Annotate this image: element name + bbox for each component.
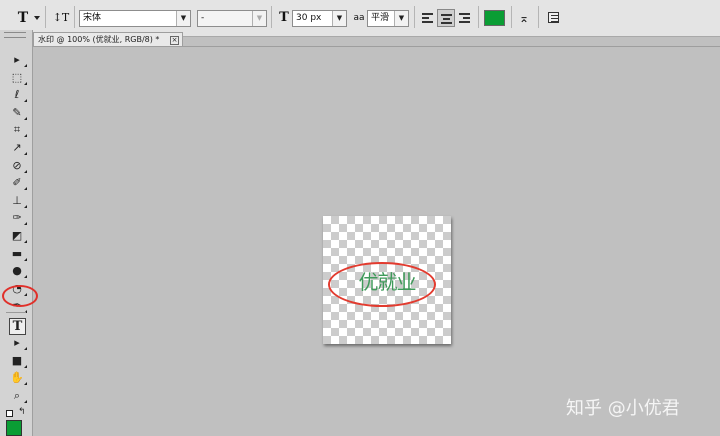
- chevron-down-icon[interactable]: ▼: [332, 11, 346, 26]
- separator: [511, 6, 512, 28]
- align-right-icon[interactable]: [457, 9, 473, 27]
- history-brush-tool-icon[interactable]: ✑: [7, 210, 27, 226]
- font-family-value: 宋体: [83, 13, 102, 23]
- separator: [6, 312, 26, 313]
- healing-brush-tool-icon[interactable]: ⊘: [7, 158, 27, 174]
- quick-selection-tool-icon[interactable]: ✎: [7, 105, 27, 121]
- tools-panel: ▸ ⬚ ℓ ✎ ⌗ ↗ ⊘ ✐ ⊥ ✑ ◩ ▬ ● ◔ ✒ T ▸ ■ ✋ ⌕ ↰: [0, 30, 33, 436]
- close-icon[interactable]: ×: [170, 36, 179, 45]
- document-tab[interactable]: 水印 @ 100% (优就业, RGB/8) * ×: [33, 32, 183, 46]
- foreground-color-swatch[interactable]: [6, 420, 22, 436]
- antialias-value: 平滑: [371, 13, 390, 23]
- text-orientation-icon[interactable]: ↕T: [52, 9, 70, 27]
- document-title: 水印 @ 100% (优就业, RGB/8) *: [38, 35, 160, 44]
- antialias-icon: aa: [353, 13, 365, 23]
- font-family-select[interactable]: 宋体 ▼: [79, 10, 191, 27]
- font-size-icon: T: [279, 10, 289, 25]
- move-tool-icon[interactable]: ▸: [7, 52, 27, 68]
- separator: [74, 6, 75, 28]
- swap-colors-icon[interactable]: ↰: [18, 407, 26, 417]
- separator: [45, 6, 46, 28]
- marquee-tool-icon[interactable]: ⬚: [7, 70, 27, 86]
- font-size-value: 30 px: [296, 13, 322, 23]
- eraser-tool-icon[interactable]: ◩: [7, 228, 27, 244]
- brush-tool-icon[interactable]: ✐: [7, 175, 27, 191]
- chevron-down-icon[interactable]: ▼: [252, 11, 266, 26]
- default-colors-icon[interactable]: [6, 410, 13, 417]
- separator: [538, 6, 539, 28]
- chevron-down-icon[interactable]: ▼: [176, 11, 190, 26]
- gradient-tool-icon[interactable]: ▬: [7, 246, 27, 262]
- font-size-select[interactable]: 30 px ▼: [292, 10, 347, 27]
- tool-preset-dropdown-arrow-icon[interactable]: [34, 16, 40, 20]
- font-style-value: -: [201, 13, 205, 23]
- watermark-highlight-circle: [328, 262, 436, 307]
- warp-text-icon[interactable]: ⌅: [515, 9, 533, 27]
- align-left-icon[interactable]: [420, 9, 436, 27]
- panel-grip[interactable]: [4, 32, 26, 38]
- align-center-icon[interactable]: [437, 9, 455, 27]
- text-color-swatch[interactable]: [484, 10, 505, 26]
- blur-tool-icon[interactable]: ●: [7, 263, 27, 279]
- separator: [271, 6, 272, 28]
- character-panel-icon[interactable]: [548, 12, 559, 23]
- clone-stamp-tool-icon[interactable]: ⊥: [7, 193, 27, 209]
- font-style-select[interactable]: - ▼: [197, 10, 267, 27]
- zoom-tool-icon[interactable]: ⌕: [7, 388, 27, 404]
- eyedropper-tool-icon[interactable]: ↗: [7, 140, 27, 156]
- separator: [478, 6, 479, 28]
- document-canvas[interactable]: 优就业: [323, 216, 451, 344]
- type-tool-preset-icon[interactable]: T: [14, 9, 32, 27]
- lasso-tool-icon[interactable]: ℓ: [7, 87, 27, 103]
- antialias-select[interactable]: 平滑 ▼: [367, 10, 409, 27]
- crop-tool-icon[interactable]: ⌗: [7, 122, 27, 138]
- chevron-down-icon[interactable]: ▼: [394, 11, 408, 26]
- type-tool-icon[interactable]: T: [9, 318, 26, 335]
- separator: [414, 6, 415, 28]
- type-tool-highlight-circle: [2, 285, 38, 307]
- path-selection-tool-icon[interactable]: ▸: [7, 335, 27, 351]
- tab-strip-border: [33, 46, 720, 47]
- source-watermark: 知乎 @小优君: [566, 398, 680, 419]
- shape-tool-icon[interactable]: ■: [7, 353, 27, 369]
- hand-tool-icon[interactable]: ✋: [7, 370, 27, 386]
